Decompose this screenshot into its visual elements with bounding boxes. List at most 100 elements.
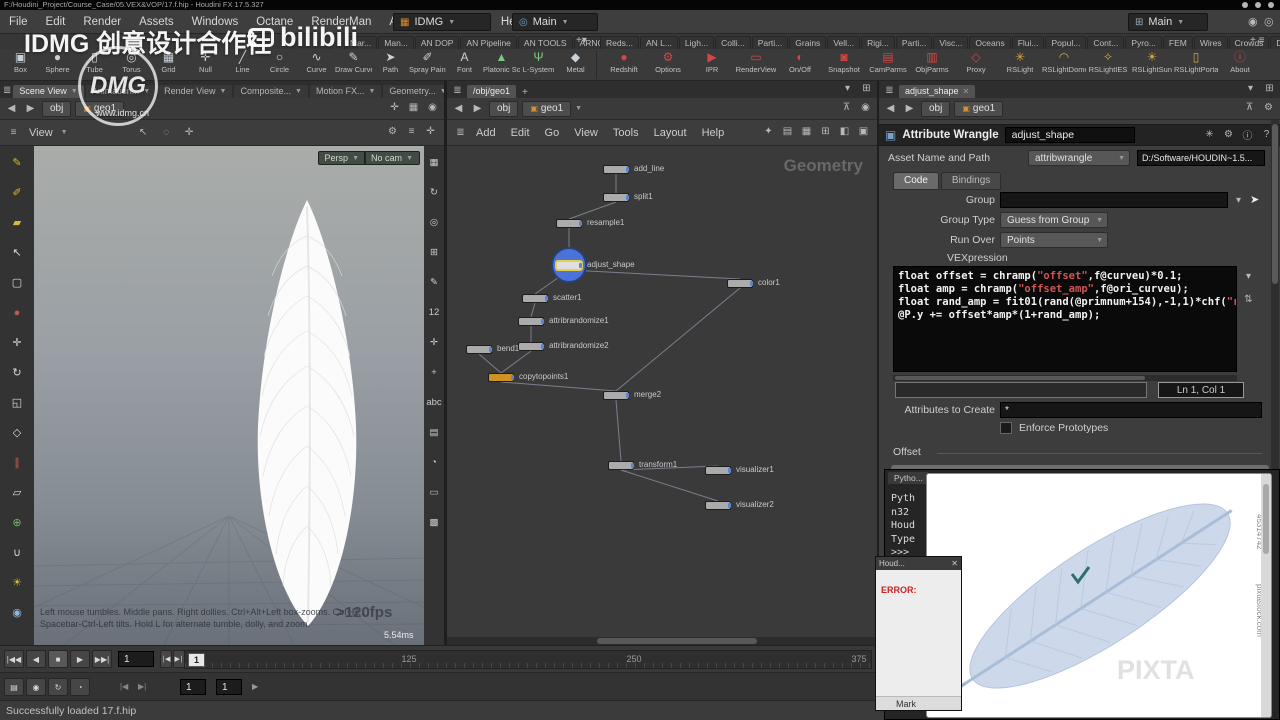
shelf-tool-rslightsun[interactable]: ☀ RSLightSun [1130, 50, 1174, 74]
shelf-tool-draw-curve[interactable]: ✎ Draw Curve [335, 50, 372, 74]
shelf-tool-box[interactable]: ▣ Box [2, 50, 39, 74]
maximize-pane-icon[interactable]: ⊞ [1262, 81, 1277, 96]
window-controls[interactable] [1242, 2, 1274, 8]
node-copytopoints1[interactable] [488, 373, 514, 382]
shelf-tool-about[interactable]: ⓘ About [1218, 50, 1262, 74]
network-hscrollbar[interactable] [447, 637, 877, 645]
shelf-tool-font[interactable]: A Font [446, 50, 483, 74]
python-shell-tab[interactable]: Pytho... [888, 472, 929, 484]
pane-menu-icon[interactable]: ≣ [882, 83, 897, 98]
node-scatter1[interactable] [522, 294, 548, 303]
shelf-tab[interactable]: Grains [789, 36, 827, 49]
pane-menu-icon[interactable]: ≣ [3, 83, 11, 98]
shelf-tab[interactable]: AN L... [639, 36, 678, 49]
shelf-tool-path[interactable]: ➤ Path [372, 50, 409, 74]
shelf-tool-l-system[interactable]: Ψ L-System [520, 50, 557, 74]
shelf-tool-tube[interactable]: ▯ Tube [76, 50, 113, 74]
timeline-ruler[interactable]: 125 250 375 1 [184, 650, 872, 669]
jump-start-button[interactable]: |◀◀ [4, 650, 24, 668]
dialog-titlebar[interactable]: Houd... ✕ [876, 557, 961, 570]
options-list-icon[interactable]: ≡ [404, 124, 419, 139]
select-arrow-icon[interactable]: ↖ [7, 244, 27, 261]
forward-icon[interactable]: ▶ [23, 101, 38, 116]
range-step-forward-icon[interactable]: ▶| [138, 682, 146, 691]
chevron-down-icon[interactable]: ▾ [1241, 269, 1256, 284]
node-transform1[interactable] [608, 461, 634, 470]
node-bend1[interactable] [466, 345, 492, 354]
pane-tab-composite-[interactable]: Composite... ▼ [234, 85, 308, 98]
shelf-tool-ipr[interactable]: ▶ IPR [690, 50, 734, 74]
shelf-tool-null[interactable]: ✛ Null [187, 50, 224, 74]
breadcrumb-geo1[interactable]: ▣ geo1 [522, 100, 572, 117]
shelf-tab[interactable]: Parti... [751, 36, 789, 49]
shelf-tool-platonic-solids[interactable]: ▲Platonic Solids [483, 50, 520, 74]
shelf-tool-line[interactable]: ╱ Line [224, 50, 261, 74]
stop-button[interactable]: ■ [48, 650, 68, 668]
step-back-button[interactable]: ∣◀ [160, 650, 172, 668]
param-tab[interactable]: adjust_shape ✕ [899, 85, 976, 98]
menu-file[interactable]: File [0, 13, 37, 31]
playhead[interactable]: 1 [188, 653, 205, 667]
prev-frame-button[interactable]: ◀ [26, 650, 46, 668]
shelf-tool-on-off[interactable]: ◐ On/Off [778, 50, 822, 74]
pane-tab-scene-view[interactable]: Scene View ▼ [13, 85, 84, 98]
jump-end-button[interactable]: ▶▶| [92, 650, 112, 668]
uv-icon[interactable]: ▱ [7, 484, 27, 501]
network-menu-go[interactable]: Go [545, 127, 560, 139]
add-icon[interactable]: ✛ [387, 100, 402, 115]
shelf-tab[interactable]: Rigi... [861, 36, 895, 49]
box-icon[interactable]: ▣ [856, 124, 871, 139]
shelf-tab[interactable]: Flui... [1011, 36, 1045, 49]
scroll-thumb[interactable] [895, 376, 1145, 380]
snap-icon[interactable]: ✛ [423, 124, 438, 139]
offset-section[interactable]: Offset [879, 444, 1280, 462]
plus-grid-icon[interactable]: ⊞ [818, 124, 833, 139]
pin-icon[interactable]: ⊼ [1242, 100, 1257, 115]
split-icon[interactable]: ◧ [837, 124, 852, 139]
shelf-tool-sphere[interactable]: ● Sphere [39, 50, 76, 74]
frame-icon[interactable]: ▭ [425, 484, 443, 500]
paint-select-icon[interactable]: ● [7, 304, 27, 321]
handles-tool-icon[interactable]: ✛ [182, 125, 197, 140]
shelf-tool-camparms[interactable]: ▤ CamParms [866, 50, 910, 74]
desktop-combo[interactable]: ▦ IDMG ▼ [393, 13, 491, 31]
pane-tab-geometry-[interactable]: Geometry...▼ [383, 85, 453, 98]
realtime-clock-icon[interactable]: ◔ [70, 678, 90, 696]
camera-icon[interactable]: ◉ [7, 604, 27, 621]
node-visualizer1[interactable] [705, 466, 731, 475]
pencil-icon[interactable]: ✎ [7, 154, 27, 171]
grid-snap-icon[interactable]: ⊞ [425, 244, 443, 260]
loop-icon[interactable]: ↻ [48, 678, 68, 696]
error-dialog[interactable]: Houd... ✕ ERROR: Mark [875, 556, 962, 711]
breadcrumb-geo1[interactable]: ▣ geo1 [954, 100, 1004, 117]
gear-icon[interactable]: ⚙ [1261, 100, 1276, 115]
lasso-tool-icon[interactable]: ◌ [159, 125, 174, 140]
pivot-icon[interactable]: ⊕ [7, 514, 27, 531]
level-12-label[interactable]: 12 [425, 304, 443, 320]
minimize-icon[interactable] [1242, 2, 1248, 8]
play-button[interactable]: ▶ [70, 650, 90, 668]
back-icon[interactable]: ◀ [451, 101, 466, 116]
shelf-tool-objparms[interactable]: ▥ ObjParms [910, 50, 954, 74]
camera-icon[interactable]: ◉ [425, 100, 440, 115]
persp-view-button[interactable]: Persp ▼ [317, 151, 366, 165]
maximize-icon[interactable] [1255, 2, 1261, 8]
group-type-dropdown[interactable]: Guess from Group ▼ [1000, 212, 1108, 228]
shelf-tool-rslighties[interactable]: ✧ RSLightIES [1086, 50, 1130, 74]
pane-tab-motion-fx-[interactable]: Motion FX... ▼ [309, 85, 382, 98]
info-icon[interactable]: ⓘ [1240, 127, 1255, 142]
range-end-field[interactable]: 1 [216, 679, 242, 695]
shelf-tool-curve[interactable]: ∿ Curve [298, 50, 335, 74]
fill-icon[interactable]: ▰ [7, 214, 27, 231]
layout-grid-icon[interactable]: ▦ [425, 154, 443, 170]
expand-icon[interactable]: ⇅ [1241, 292, 1256, 307]
pane-menu-icon[interactable]: ≣ [453, 125, 468, 140]
target-icon[interactable]: ◎ [425, 214, 443, 230]
pose-icon[interactable]: ◇ [7, 424, 27, 441]
back-icon[interactable]: ◀ [4, 101, 19, 116]
breadcrumb-obj[interactable]: obj [489, 100, 519, 117]
pane-tab-render-view[interactable]: Render View ▼ [158, 85, 233, 98]
pen-icon[interactable]: ✎ [425, 274, 443, 290]
range-step-back-icon[interactable]: |◀ [120, 682, 128, 691]
seam-icon[interactable]: ∥ [7, 454, 27, 471]
